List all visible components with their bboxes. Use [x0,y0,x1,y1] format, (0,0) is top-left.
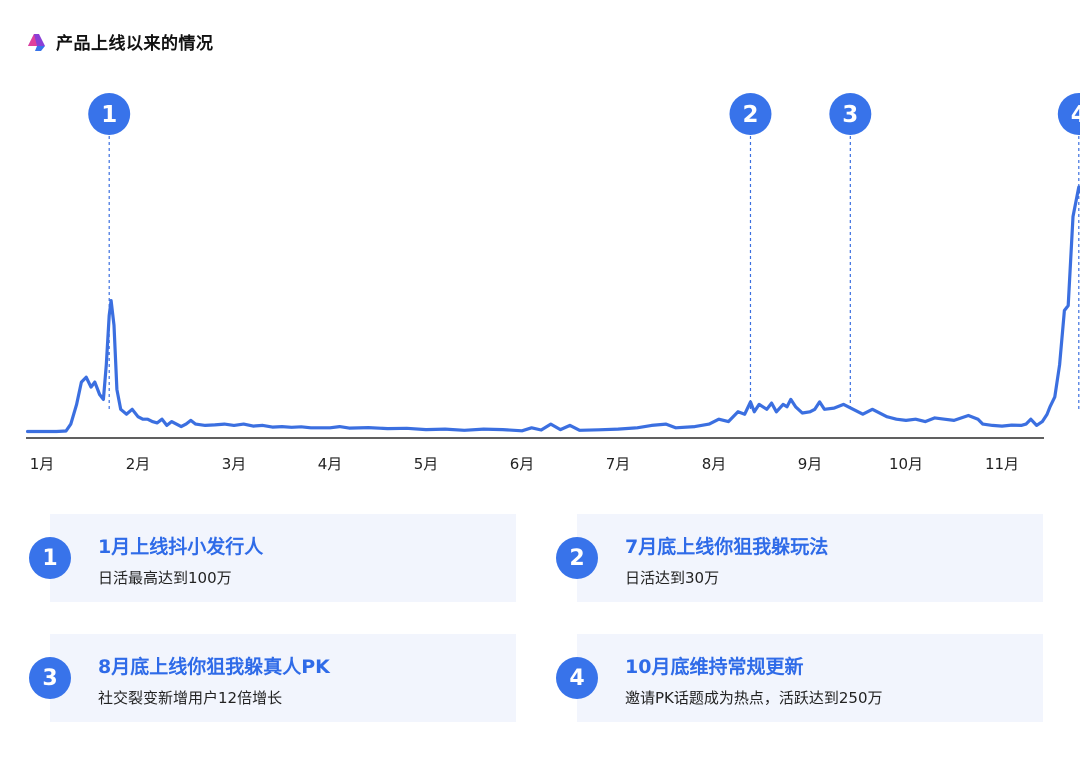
x-tick-labels: 1月 2月 3月 4月 5月 6月 7月 8月 9月 10月 11月 [30,455,1019,473]
x-tick-label: 3月 [222,455,247,473]
x-tick-label: 10月 [889,455,923,473]
milestone-title: 7月底上线你狙我躲玩法 [625,536,829,558]
milestone-card-3: 3 8月底上线你狙我躲真人PK 社交裂变新增用户12倍增长 [29,634,516,722]
milestone-card-4: 4 10月底维持常规更新 邀请PK话题成为热点，活跃达到250万 [556,634,1043,722]
annotation-label: 2 [742,102,758,128]
annotation-layer: 1 2 3 4 [88,93,1080,410]
milestone-badge: 1 [29,537,71,579]
milestone-title: 10月底维持常规更新 [625,656,804,678]
line-chart: 1 2 3 4 1月 2月 3月 4月 5月 6月 7月 8月 9月 10月 11月 [26,93,1080,473]
milestone-description: 日活达到30万 [625,569,720,587]
x-tick-label: 2月 [126,455,151,473]
series-line [26,185,1080,434]
milestone-badge: 2 [556,537,598,579]
annotation-label: 3 [842,102,858,128]
milestone-description: 邀请PK话题成为热点，活跃达到250万 [625,689,883,707]
x-tick-label: 8月 [702,455,727,473]
milestone-badge: 3 [29,657,71,699]
milestone-badge: 4 [556,657,598,699]
x-tick-label: 7月 [606,455,631,473]
milestone-title: 8月底上线你狙我躲真人PK [98,656,330,678]
x-tick-label: 6月 [510,455,535,473]
x-tick-label: 5月 [414,455,439,473]
annotation-label: 4 [1071,102,1080,128]
x-tick-label: 9月 [798,455,823,473]
milestone-title: 1月上线抖小发行人 [98,536,264,558]
annotation-label: 1 [101,102,117,128]
milestone-card-2: 2 7月底上线你狙我躲玩法 日活达到30万 [556,514,1043,602]
milestone-description: 社交裂变新增用户12倍增长 [98,689,283,707]
milestone-description: 日活最高达到100万 [98,569,232,587]
x-tick-label: 1月 [30,455,55,473]
milestone-card-1: 1 1月上线抖小发行人 日活最高达到100万 [29,514,516,602]
x-tick-label: 4月 [318,455,343,473]
x-tick-label: 11月 [985,455,1019,473]
